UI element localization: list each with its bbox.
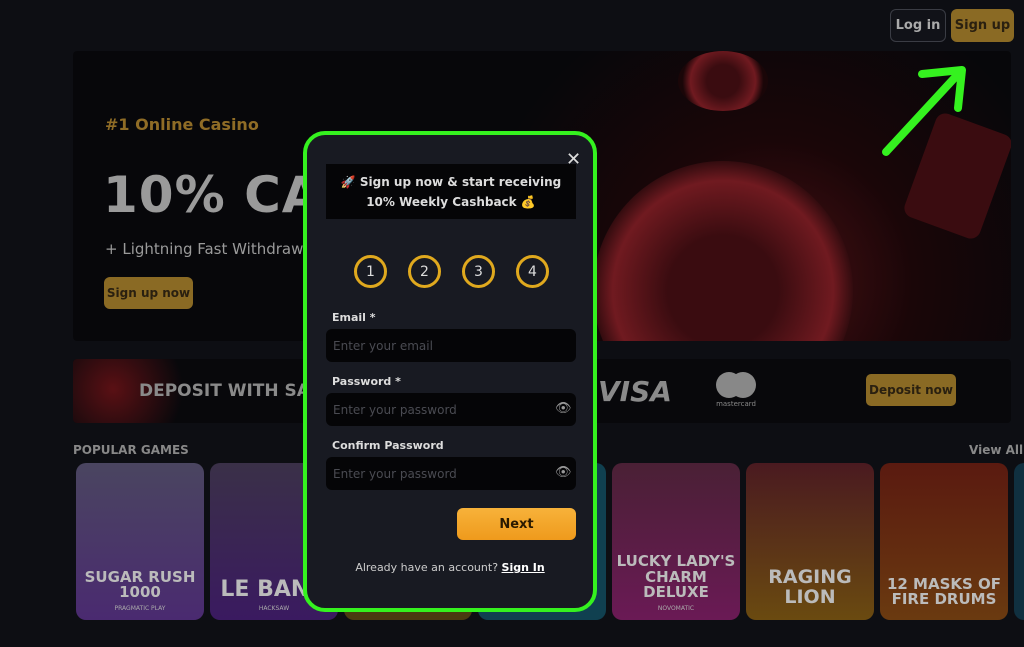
- next-button[interactable]: Next: [457, 508, 576, 540]
- email-input[interactable]: [326, 329, 576, 362]
- game-card-raging-lion[interactable]: RAGING LION: [746, 463, 874, 620]
- step-2: 2: [408, 255, 441, 288]
- signup-button[interactable]: Sign up: [951, 9, 1014, 42]
- green-arrow-annotation: [882, 66, 966, 156]
- game-card-lucky-ladys-charm[interactable]: LUCKY LADY'S CHARM DELUXE NOVOMATIC: [612, 463, 740, 620]
- visa-logo: VISA: [598, 375, 672, 408]
- game-card-partial[interactable]: [1014, 463, 1024, 620]
- eye-icon[interactable]: 👁: [555, 465, 572, 480]
- step-indicator: 1 2 3 4: [354, 255, 549, 288]
- deposit-text: DEPOSIT WITH SAF: [139, 381, 322, 401]
- popular-games-heading: POPULAR GAMES: [73, 443, 189, 457]
- password-label: Password *: [332, 375, 401, 388]
- login-button[interactable]: Log in: [890, 9, 946, 42]
- eye-icon[interactable]: 👁: [555, 401, 572, 416]
- mastercard-logo: mastercard: [713, 372, 759, 408]
- confirm-password-input[interactable]: [326, 457, 576, 490]
- email-label: Email *: [332, 311, 376, 324]
- deposit-now-button[interactable]: Deposit now: [866, 374, 956, 406]
- confirm-password-label: Confirm Password: [332, 439, 444, 452]
- chip-image: [678, 51, 768, 111]
- signin-link[interactable]: Sign In: [502, 561, 545, 574]
- roulette-image: [593, 161, 853, 341]
- game-card-sugar-rush[interactable]: SUGAR RUSH 1000 PRAGMATIC PLAY: [76, 463, 204, 620]
- hero-eyebrow: #1 Online Casino: [105, 115, 259, 134]
- signin-prompt: Already have an account? Sign In: [355, 561, 545, 574]
- view-all-link[interactable]: View All: [969, 443, 1023, 457]
- hero-subtitle: + Lightning Fast Withdrawa: [105, 240, 313, 258]
- step-1: 1: [354, 255, 387, 288]
- signup-modal: ✕ 🚀 Sign up now & start receiving 10% We…: [303, 131, 597, 612]
- step-3: 3: [462, 255, 495, 288]
- promo-banner: 🚀 Sign up now & start receiving 10% Week…: [326, 164, 576, 219]
- password-input[interactable]: [326, 393, 576, 426]
- step-4: 4: [516, 255, 549, 288]
- game-card-12-masks[interactable]: 12 MASKS OF FIRE DRUMS: [880, 463, 1008, 620]
- hero-signup-button[interactable]: Sign up now: [104, 277, 193, 309]
